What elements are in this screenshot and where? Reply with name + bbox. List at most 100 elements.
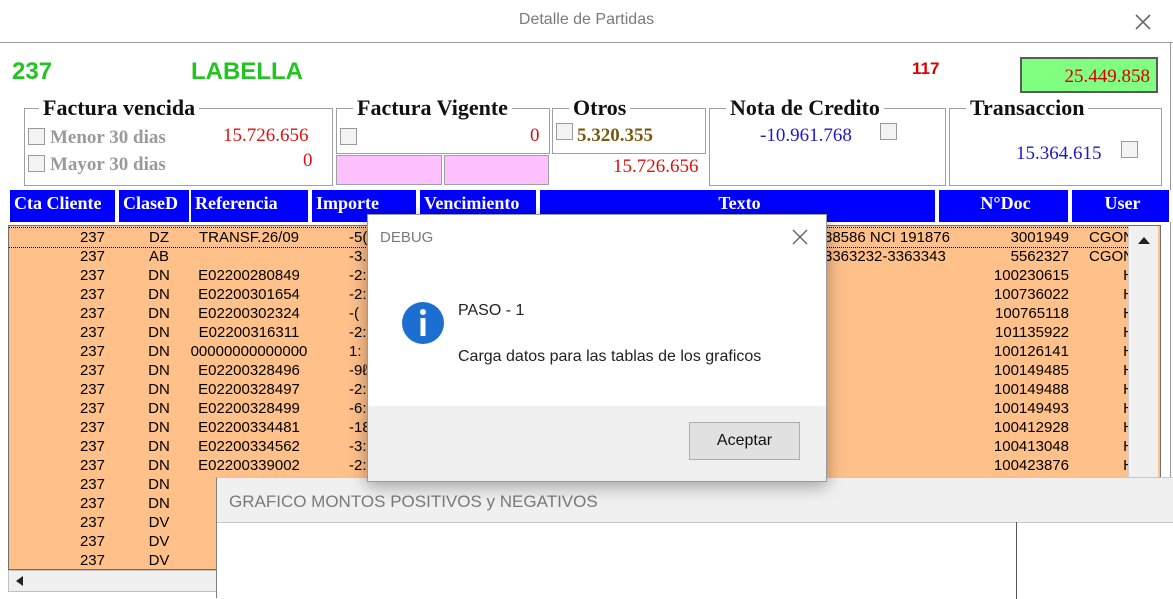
col-header-referencia[interactable]: Referencia: [191, 190, 310, 222]
arrow-up-icon[interactable]: [1135, 232, 1153, 250]
title-bar: Detalle de Partidas: [0, 0, 1173, 43]
cell-cta: 237: [79, 457, 105, 474]
cell-imp: -2:: [349, 324, 367, 341]
otros-checkbox[interactable]: [556, 123, 573, 140]
cliente-nombre: LABELLA: [191, 58, 303, 85]
pink-field-1[interactable]: [336, 155, 442, 185]
col-header-ndoc[interactable]: N°Doc: [939, 190, 1070, 222]
vertical-scrollbar[interactable]: [1128, 226, 1158, 478]
cell-imp: -2:: [349, 267, 367, 284]
cell-doc: 100149493: [993, 400, 1069, 417]
mayor-30-value: 0: [303, 150, 313, 171]
cell-usr: H: [1074, 400, 1134, 417]
cell-usr: H: [1074, 343, 1134, 360]
cell-doc: 100736022: [993, 286, 1069, 303]
cell-usr: H: [1074, 305, 1134, 322]
cell-usr: H: [1074, 457, 1134, 474]
vigente-checkbox[interactable]: [340, 128, 357, 145]
cell-cta: 237: [79, 419, 105, 436]
cell-ref: E02200328497: [198, 381, 300, 398]
cell-ref: E02200301654: [198, 286, 300, 303]
cell-imp: -3.: [349, 248, 367, 265]
mayor-30-label: Mayor 30 dias: [50, 154, 166, 175]
nota-credito-checkbox[interactable]: [880, 123, 897, 140]
group-factura-vencida: Factura vencida Menor 30 dias 15.726.656…: [24, 95, 333, 186]
cell-usr: H: [1074, 286, 1134, 303]
total-amount: 25.449.858: [1020, 57, 1158, 93]
cell-cta: 237: [79, 267, 105, 284]
cell-doc: 100149488: [993, 381, 1069, 398]
cell-usr: H: [1074, 267, 1134, 284]
transaccion-checkbox[interactable]: [1121, 141, 1138, 158]
arrow-left-icon[interactable]: [13, 574, 27, 588]
cell-ref: E02200302324: [198, 305, 300, 322]
group-transaccion: Transaccion 15.364.615: [949, 95, 1162, 186]
cell-ref: TRANSF.26/09: [198, 229, 300, 246]
group-nota-credito: Nota de Credito -10.961.768: [709, 95, 946, 186]
cell-cta: 237: [79, 362, 105, 379]
cell-ref: E02200334562: [198, 438, 300, 455]
cell-txt: 3363232-3363343: [824, 248, 946, 265]
cell-doc: 5562327: [1010, 248, 1069, 265]
cell-ref: E02200316311: [198, 324, 300, 341]
cell-imp: -2:: [349, 381, 367, 398]
menor-30-label: Menor 30 dias: [50, 127, 166, 148]
dialog-footer: Aceptar: [368, 406, 826, 481]
close-icon[interactable]: [1129, 8, 1157, 36]
accept-button[interactable]: Aceptar: [689, 422, 800, 460]
cell-imp: -9ℓ: [349, 362, 368, 379]
col-header-user[interactable]: User: [1072, 190, 1171, 222]
cell-imp: -3:: [349, 438, 367, 455]
cell-usr: H: [1074, 362, 1134, 379]
cell-ref: 00000000000000: [190, 343, 308, 360]
cell-ref: E02200328496: [198, 362, 300, 379]
dialog-title: DEBUG: [380, 229, 434, 246]
cell-usr: CGON: [1089, 229, 1134, 246]
cell-doc: 100126141: [993, 343, 1069, 360]
pink-field-2[interactable]: [444, 155, 549, 185]
cell-cta: 237: [79, 400, 105, 417]
cell-cta: 237: [79, 495, 105, 512]
cell-doc: 100230615: [993, 267, 1069, 284]
otros-value: 5.320.355: [577, 125, 653, 146]
close-icon[interactable]: [790, 227, 810, 247]
graph-window: GRAFICO MONTOS POSITIVOS y NEGATIVOS: [216, 477, 1173, 599]
vigente-value: 0: [530, 125, 540, 146]
group-legend: Factura Vigente: [353, 95, 512, 121]
dialog-message-body: Carga datos para las tablas de los grafi…: [458, 348, 762, 365]
menor-30-checkbox[interactable]: [28, 128, 45, 145]
cell-doc: 100423876: [993, 457, 1069, 474]
group-legend: Factura vencida: [39, 95, 200, 121]
cell-imp: -(: [349, 305, 359, 322]
cell-txt: 38586 NCI 191876: [824, 229, 950, 246]
horizontal-scrollbar[interactable]: [8, 570, 218, 592]
cell-ref: E02200339002: [198, 457, 300, 474]
mayor-30-checkbox[interactable]: [28, 155, 45, 172]
dialog-message-title: PASO - 1: [458, 302, 525, 319]
cell-cta: 237: [79, 286, 105, 303]
menor-30-value: 15.726.656: [223, 125, 309, 146]
main-window: Detalle de Partidas 237 LABELLA 117 25.4…: [0, 0, 1173, 599]
cell-imp: -2:: [349, 457, 367, 474]
transaccion-value: 15.364.615: [1016, 143, 1102, 164]
cell-cta: 237: [79, 514, 105, 531]
nota-credito-value: -10.961.768: [760, 125, 852, 146]
cell-doc: 3001949: [1010, 229, 1069, 246]
group-legend: Nota de Credito: [726, 95, 884, 121]
cell-usr: H: [1074, 438, 1134, 455]
cell-imp: -5(: [349, 229, 368, 246]
otros-subtotal: 15.726.656: [613, 156, 699, 177]
cell-usr: CGON: [1089, 248, 1134, 265]
cell-cta: 237: [79, 533, 105, 550]
graph-divider: [1016, 522, 1017, 599]
cell-imp: -6:: [349, 400, 367, 417]
col-header-clase[interactable]: ClaseD: [119, 190, 191, 222]
group-legend: Transaccion: [966, 95, 1089, 121]
cell-cta: 237: [79, 476, 105, 493]
group-factura-vigente: Factura Vigente 0: [336, 95, 550, 154]
col-header-cta[interactable]: Cta Cliente: [10, 190, 117, 222]
cell-cta: 237: [79, 552, 105, 569]
cell-imp: -2:: [349, 286, 367, 303]
graph-window-title: GRAFICO MONTOS POSITIVOS y NEGATIVOS: [229, 492, 598, 511]
cell-cls: AB: [148, 248, 169, 265]
